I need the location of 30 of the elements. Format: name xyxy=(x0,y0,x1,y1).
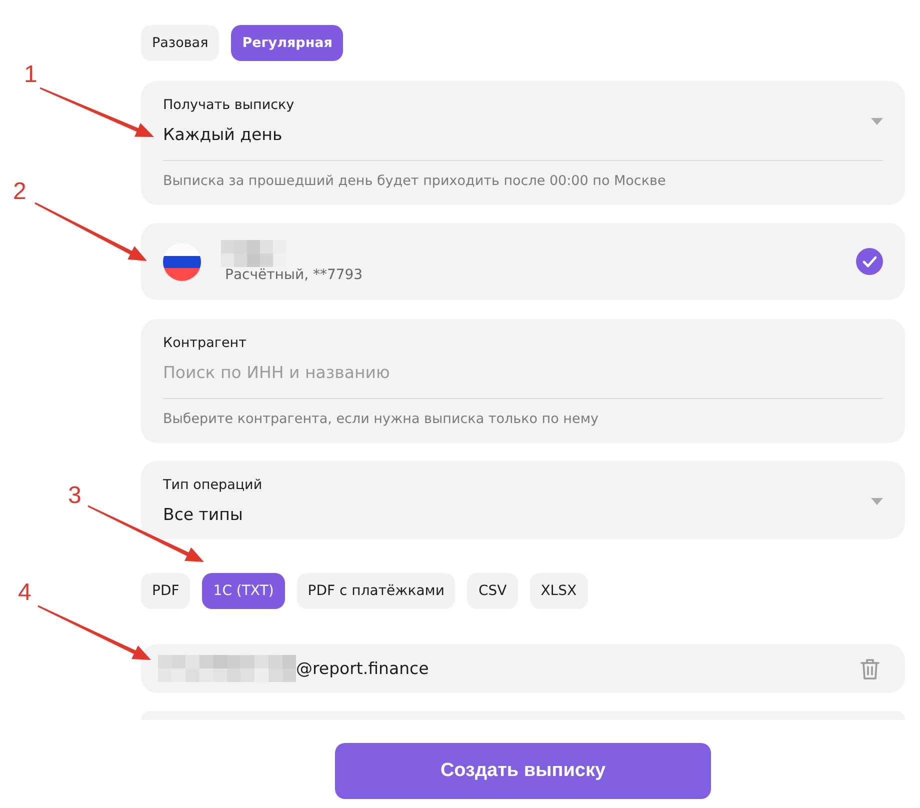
field-hint: Выберите контрагента, если нужна выписка только по нему xyxy=(163,410,600,429)
tab[interactable]: Разовая xyxy=(141,25,220,61)
create-statement-button[interactable]: Создать выписку xyxy=(335,743,711,799)
format-chip[interactable]: PDF xyxy=(141,573,190,609)
flag-icon xyxy=(163,242,201,280)
trash-icon[interactable] xyxy=(860,658,880,680)
format-chip[interactable]: XLSX xyxy=(530,573,588,609)
caret-icon xyxy=(871,118,883,124)
annotation-number: 1 xyxy=(24,62,38,88)
account-card[interactable]: Расчётный, **7793 xyxy=(141,223,905,300)
dropdown-value: Все типы xyxy=(163,504,244,526)
checkmark-icon[interactable] xyxy=(856,248,883,275)
annotation-number: 3 xyxy=(68,483,82,509)
field-label: Контрагент xyxy=(163,334,248,353)
dropdown-card[interactable]: Получать выписку Каждый день Выписка за прошедший день будет приходить после 00:00 по Москве xyxy=(141,81,905,205)
dropdown-card[interactable]: Тип операций Все типы xyxy=(141,461,905,539)
tab[interactable]: Регулярная xyxy=(231,25,344,61)
format-chip[interactable]: PDF с платёжками xyxy=(296,573,456,609)
search-field[interactable]: Поиск по ИНН и названию xyxy=(163,361,883,385)
annotation-number: 2 xyxy=(13,179,26,205)
annotation-number: 4 xyxy=(18,580,32,606)
field-label: Получать выписку xyxy=(163,96,296,115)
caret-icon xyxy=(871,498,883,504)
account-subtitle: Расчётный, **7793 xyxy=(225,266,363,284)
email-domain: @report.finance xyxy=(296,658,429,680)
field-hint: Выписка за прошедший день будет приходить после 00:00 по Москве xyxy=(163,172,667,191)
format-chip[interactable]: 1С (TXT) xyxy=(202,573,285,609)
dropdown-value: Каждый день xyxy=(163,124,284,146)
format-chip[interactable]: CSV xyxy=(467,573,518,609)
field-label: Тип операций xyxy=(163,476,264,495)
